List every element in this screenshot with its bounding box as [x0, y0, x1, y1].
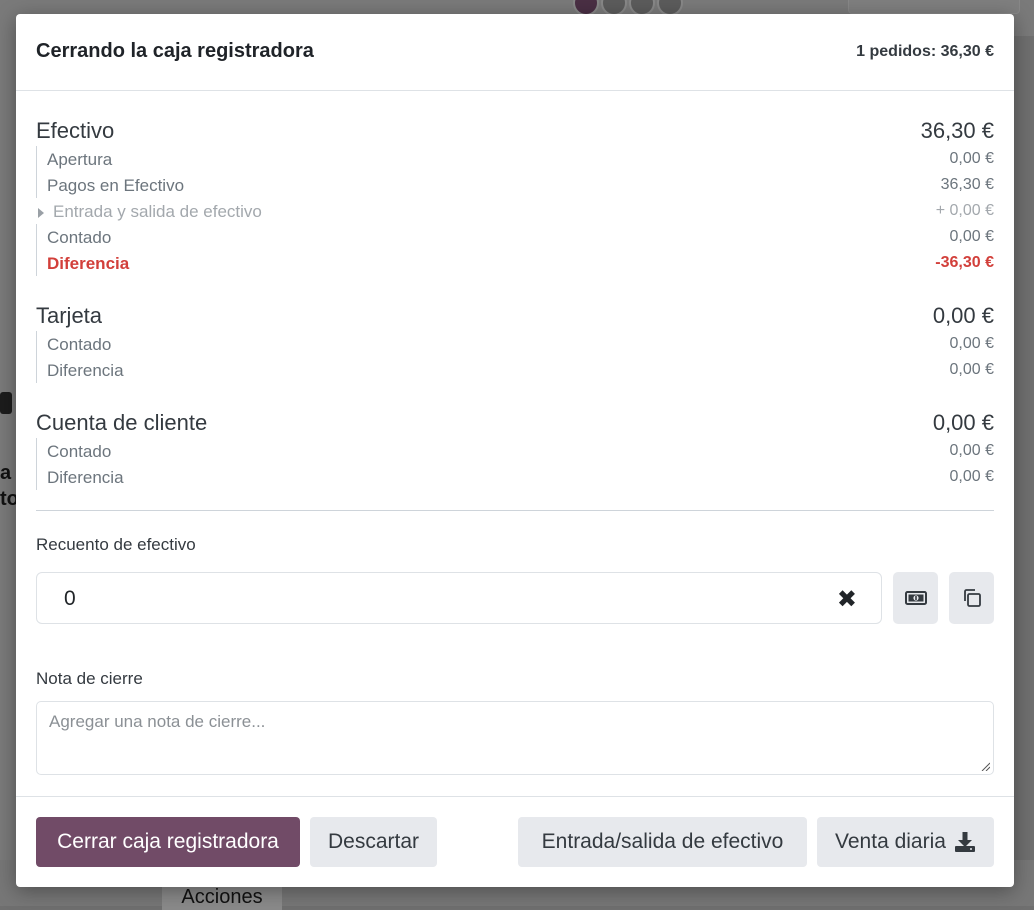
copy-icon: [963, 589, 981, 607]
payment-section-cash: Efectivo 36,30 € Apertura 0,00 € Pagos e…: [36, 116, 994, 276]
cash-count-label: Recuento de efectivo: [36, 535, 196, 554]
cash-count-value[interactable]: 0: [64, 587, 76, 611]
detail-row-counted: Contado 0,00 €: [37, 331, 994, 357]
background-app-icon: [0, 392, 12, 414]
detail-value: 0,00 €: [949, 228, 994, 245]
closing-note-placeholder: Agregar una nota de cierre...: [49, 712, 266, 731]
detail-value: 0,00 €: [949, 468, 994, 485]
payment-section-card: Tarjeta 0,00 € Contado 0,00 € Diferencia…: [36, 301, 994, 383]
payment-method-amount: 0,00 €: [932, 303, 994, 328]
detail-row-difference: Diferencia 0,00 €: [37, 464, 994, 490]
detail-value: + 0,00 €: [935, 202, 994, 219]
detail-label: Contado: [47, 335, 112, 354]
background-search-field: [848, 0, 1020, 14]
detail-row-difference: Diferencia -36,30 €: [37, 250, 994, 276]
orders-summary: 1 pedidos: 36,30 €: [856, 43, 994, 60]
detail-label: Diferencia: [47, 468, 124, 487]
payment-method-name: Efectivo: [36, 118, 115, 143]
dialog-footer: Cerrar caja registradora Descartar Entra…: [16, 796, 1014, 887]
detail-label: Diferencia: [47, 254, 130, 273]
detail-label: Pagos en Efectivo: [47, 176, 185, 195]
resize-handle-icon[interactable]: [981, 762, 990, 771]
payment-section-customer-account: Cuenta de cliente 0,00 € Contado 0,00 € …: [36, 408, 994, 490]
detail-row-cash-payments: Pagos en Efectivo 36,30 €: [37, 172, 994, 198]
detail-value: 0,00 €: [949, 335, 994, 352]
detail-value: 0,00 €: [949, 150, 994, 167]
daily-sale-label: Venta diaria: [835, 830, 946, 853]
daily-sale-button[interactable]: Venta diaria: [817, 817, 994, 867]
detail-row-counted: Contado 0,00 €: [37, 224, 994, 250]
dialog-title: Cerrando la caja registradora: [36, 40, 314, 62]
payment-details: Apertura 0,00 € Pagos en Efectivo 36,30 …: [36, 146, 994, 276]
discard-button[interactable]: Descartar: [310, 817, 437, 867]
closing-note-textarea[interactable]: Agregar una nota de cierre...: [36, 701, 994, 775]
caret-right-icon: [38, 208, 44, 218]
detail-row-counted: Contado 0,00 €: [37, 438, 994, 464]
detail-row-difference: Diferencia 0,00 €: [37, 357, 994, 383]
payment-details: Contado 0,00 € Diferencia 0,00 €: [36, 331, 994, 383]
detail-value: 0,00 €: [949, 442, 994, 459]
detail-row-opening: Apertura 0,00 €: [37, 146, 994, 172]
detail-value: -36,30 €: [935, 254, 994, 271]
cash-details-button[interactable]: [893, 572, 938, 624]
detail-label: Entrada y salida de efectivo: [53, 202, 262, 221]
detail-label: Contado: [47, 228, 112, 247]
detail-label: Apertura: [47, 150, 113, 169]
payment-method-amount: 36,30 €: [920, 118, 994, 143]
closing-note-label: Nota de cierre: [36, 669, 143, 688]
section-divider: [36, 510, 994, 511]
payment-details: Contado 0,00 € Diferencia 0,00 €: [36, 438, 994, 490]
detail-row-cash-in-out-toggle[interactable]: Entrada y salida de efectivo + 0,00 €: [36, 198, 994, 224]
download-icon: [954, 832, 975, 852]
detail-value: 36,30 €: [940, 176, 994, 193]
money-icon: [904, 591, 927, 605]
detail-value: 0,00 €: [949, 361, 994, 378]
copy-counted-button[interactable]: [949, 572, 994, 624]
payment-method-name: Cuenta de cliente: [36, 410, 208, 435]
detail-label: Diferencia: [47, 361, 124, 380]
payment-method-name: Tarjeta: [36, 303, 103, 328]
background-left-panel: [0, 36, 16, 860]
detail-label: Contado: [47, 442, 112, 461]
dialog-header: Cerrando la caja registradora 1 pedidos:…: [16, 14, 1014, 91]
payment-method-amount: 0,00 €: [932, 410, 994, 435]
close-icon[interactable]: ✖: [837, 585, 857, 614]
cash-count-input[interactable]: 0 ✖: [36, 572, 882, 624]
close-register-button[interactable]: Cerrar caja registradora: [36, 817, 300, 867]
close-register-dialog: Cerrando la caja registradora 1 pedidos:…: [16, 14, 1014, 887]
cash-in-out-button[interactable]: Entrada/salida de efectivo: [518, 817, 807, 867]
